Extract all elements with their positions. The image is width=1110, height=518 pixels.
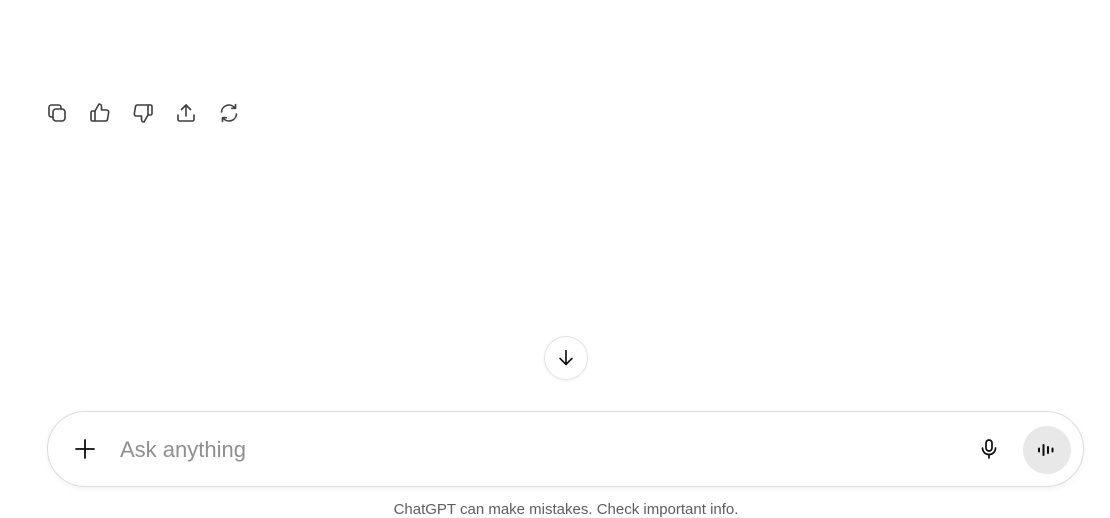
regenerate-button[interactable] — [211, 92, 247, 134]
share-icon — [177, 104, 195, 122]
copy-button[interactable] — [39, 92, 75, 134]
thumbs-down-icon — [133, 104, 153, 123]
thumbs-up-icon — [90, 103, 110, 122]
copy-icon — [48, 104, 66, 122]
thumbs-up-button[interactable] — [82, 92, 118, 134]
thumbs-down-button[interactable] — [125, 92, 161, 134]
dictate-button[interactable] — [970, 430, 1008, 468]
prompt-composer — [47, 411, 1084, 487]
share-button[interactable] — [168, 92, 204, 134]
plus-icon — [75, 439, 95, 459]
microphone-icon — [981, 439, 997, 459]
arrow-down-icon — [559, 349, 573, 366]
prompt-input[interactable] — [120, 432, 940, 468]
voice-waveform-icon — [1038, 444, 1054, 456]
add-attachment-button[interactable] — [66, 430, 104, 468]
voice-mode-button[interactable] — [1023, 426, 1071, 474]
regenerate-icon — [220, 103, 238, 123]
disclaimer-text: ChatGPT can make mistakes. Check importa… — [393, 501, 739, 518]
scroll-to-bottom-button[interactable] — [544, 336, 588, 380]
message-action-bar — [39, 92, 247, 134]
